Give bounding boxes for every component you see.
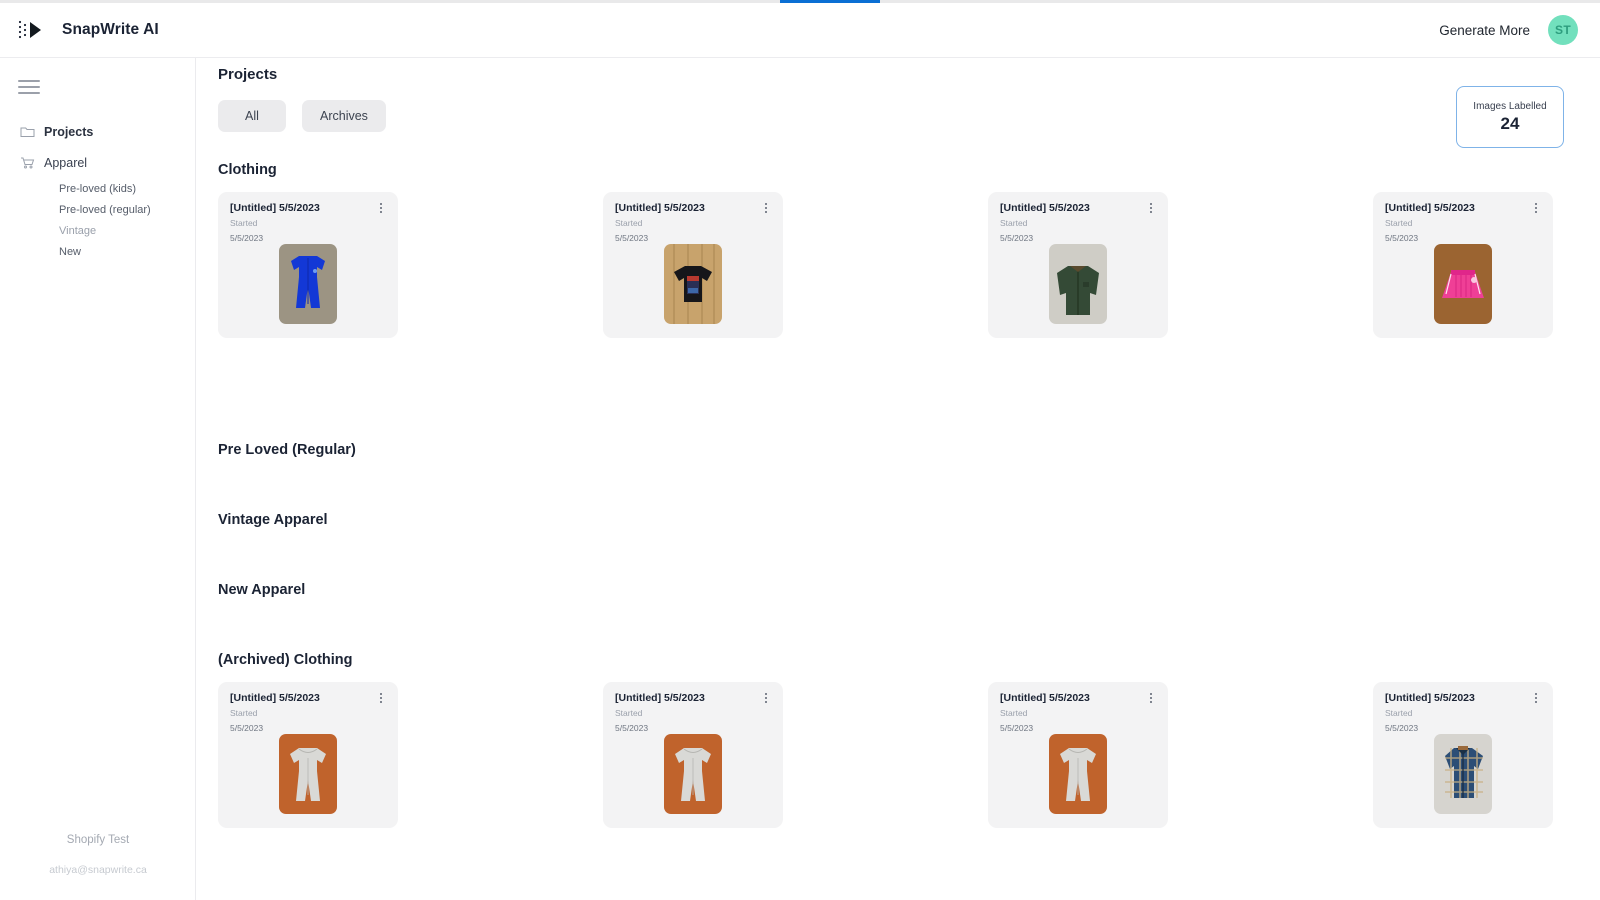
sidebar-footer: Shopify Test athiya@snapwrite.ca xyxy=(0,834,196,876)
project-section: Clothing [Untitled] 5/5/2023 Started 5/5/20… xyxy=(196,162,1600,442)
account-name: Shopify Test xyxy=(66,834,130,846)
page-title: Projects xyxy=(218,66,278,83)
project-card-date: 5/5/2023 xyxy=(230,723,264,733)
cards-row: [Untitled] 5/5/2023 Started 5/5/2023 [Unti… xyxy=(196,682,1600,828)
project-card-title: [Untitled] 5/5/2023 xyxy=(230,202,320,214)
project-card-status: Started xyxy=(230,218,258,228)
project-card-date: 5/5/2023 xyxy=(615,233,649,243)
images-labelled-stat-card: Images Labelled 24 xyxy=(1456,86,1564,148)
section-title: New Apparel xyxy=(218,582,306,598)
account-email: athiya@snapwrite.ca xyxy=(49,864,147,876)
project-card[interactable]: [Untitled] 5/5/2023 Started 5/5/2023 xyxy=(988,192,1168,338)
section-title: Vintage Apparel xyxy=(218,512,328,528)
main-content: Projects All Archives Images Labelled 24… xyxy=(196,58,1600,900)
brand-title: SnapWrite AI xyxy=(62,21,159,38)
project-card[interactable]: [Untitled] 5/5/2023 Started 5/5/2023 xyxy=(218,192,398,338)
project-card-status: Started xyxy=(1000,218,1028,228)
sidebar-item-label: Apparel xyxy=(44,155,88,170)
project-thumbnail-white-baby-romper xyxy=(1049,734,1107,814)
top-header: SnapWrite AI Generate More ST xyxy=(0,3,1600,58)
card-menu-icon[interactable] xyxy=(1530,201,1542,215)
card-menu-icon[interactable] xyxy=(375,201,387,215)
project-card[interactable]: [Untitled] 5/5/2023 Started 5/5/2023 xyxy=(603,192,783,338)
project-card[interactable]: [Untitled] 5/5/2023 Started 5/5/2023 xyxy=(1373,192,1553,338)
project-card-title: [Untitled] 5/5/2023 xyxy=(1000,692,1090,704)
sidebar-subitem-vintage[interactable]: Vintage xyxy=(0,220,196,241)
stat-value: 24 xyxy=(1500,113,1520,133)
project-thumbnail-green-work-jacket xyxy=(1049,244,1107,324)
project-card-title: [Untitled] 5/5/2023 xyxy=(1385,202,1475,214)
header-actions: Generate More ST xyxy=(1439,15,1600,45)
project-card-date: 5/5/2023 xyxy=(615,723,649,733)
project-thumbnail-white-baby-romper xyxy=(664,734,722,814)
card-menu-icon[interactable] xyxy=(1145,691,1157,705)
project-card-title: [Untitled] 5/5/2023 xyxy=(615,692,705,704)
tab-archives[interactable]: Archives xyxy=(302,100,386,132)
sidebar: Projects Apparel Pre-loved (kids) Pre-lo… xyxy=(0,58,196,900)
section-title: Clothing xyxy=(218,162,277,178)
card-menu-icon[interactable] xyxy=(760,201,772,215)
project-card-status: Started xyxy=(1385,218,1413,228)
project-card-title: [Untitled] 5/5/2023 xyxy=(230,692,320,704)
project-card[interactable]: [Untitled] 5/5/2023 Started 5/5/2023 xyxy=(988,682,1168,828)
sidebar-subitem-pre-loved-regular[interactable]: Pre-loved (regular) xyxy=(0,199,196,220)
card-menu-icon[interactable] xyxy=(1530,691,1542,705)
play-arrow-icon xyxy=(16,16,50,44)
card-menu-icon[interactable] xyxy=(375,691,387,705)
project-thumbnail-white-baby-romper xyxy=(279,734,337,814)
project-sections: Clothing [Untitled] 5/5/2023 Started 5/5/20… xyxy=(196,162,1600,900)
project-thumbnail-blue-baby-romper xyxy=(279,244,337,324)
tab-all[interactable]: All xyxy=(218,100,286,132)
project-card-status: Started xyxy=(1385,708,1413,718)
folder-icon xyxy=(20,125,44,138)
project-card-date: 5/5/2023 xyxy=(1000,723,1034,733)
sidebar-item-projects[interactable]: Projects xyxy=(0,116,196,147)
section-title: (Archived) Clothing xyxy=(218,652,353,668)
project-card-status: Started xyxy=(1000,708,1028,718)
project-card[interactable]: [Untitled] 5/5/2023 Started 5/5/2023 xyxy=(218,682,398,828)
loading-bar-fill xyxy=(780,0,880,3)
sidebar-item-apparel[interactable]: Apparel xyxy=(0,147,196,178)
project-card-title: [Untitled] 5/5/2023 xyxy=(1385,692,1475,704)
project-thumbnail-blue-plaid-shirt xyxy=(1434,734,1492,814)
brand: SnapWrite AI xyxy=(0,16,159,44)
avatar[interactable]: ST xyxy=(1548,15,1578,45)
project-card-title: [Untitled] 5/5/2023 xyxy=(1000,202,1090,214)
project-card-status: Started xyxy=(230,708,258,718)
sidebar-subitem-new[interactable]: New xyxy=(0,241,196,262)
card-menu-icon[interactable] xyxy=(1145,201,1157,215)
project-section: Pre Loved (Regular) xyxy=(196,442,1600,512)
sidebar-subitem-pre-loved-kids[interactable]: Pre-loved (kids) xyxy=(0,178,196,199)
project-thumbnail-pink-pleated-skirt xyxy=(1434,244,1492,324)
project-card-status: Started xyxy=(615,708,643,718)
project-section: Vintage Apparel xyxy=(196,512,1600,582)
sidebar-item-label: Projects xyxy=(44,124,94,139)
card-menu-icon[interactable] xyxy=(760,691,772,705)
section-title: Pre Loved (Regular) xyxy=(218,442,356,458)
stat-label: Images Labelled xyxy=(1473,100,1547,112)
project-card-title: [Untitled] 5/5/2023 xyxy=(615,202,705,214)
project-card-date: 5/5/2023 xyxy=(1385,723,1419,733)
project-section: (Archived) Clothing [Untitled] 5/5/2023 St… xyxy=(196,652,1600,900)
tab-bar: All Archives xyxy=(218,100,386,132)
shopping-cart-icon xyxy=(20,156,44,169)
generate-more-button[interactable]: Generate More xyxy=(1439,23,1530,38)
cards-row: [Untitled] 5/5/2023 Started 5/5/2023 [Unti… xyxy=(196,192,1600,338)
sidebar-nav: Projects Apparel Pre-loved (kids) Pre-lo… xyxy=(0,116,196,262)
project-section: New Apparel xyxy=(196,582,1600,652)
project-thumbnail-black-graphic-tshirt xyxy=(664,244,722,324)
project-card-date: 5/5/2023 xyxy=(230,233,264,243)
project-card-date: 5/5/2023 xyxy=(1000,233,1034,243)
project-card[interactable]: [Untitled] 5/5/2023 Started 5/5/2023 xyxy=(1373,682,1553,828)
project-card[interactable]: [Untitled] 5/5/2023 Started 5/5/2023 xyxy=(603,682,783,828)
project-card-date: 5/5/2023 xyxy=(1385,233,1419,243)
project-card-status: Started xyxy=(615,218,643,228)
hamburger-menu-icon[interactable] xyxy=(18,80,40,98)
